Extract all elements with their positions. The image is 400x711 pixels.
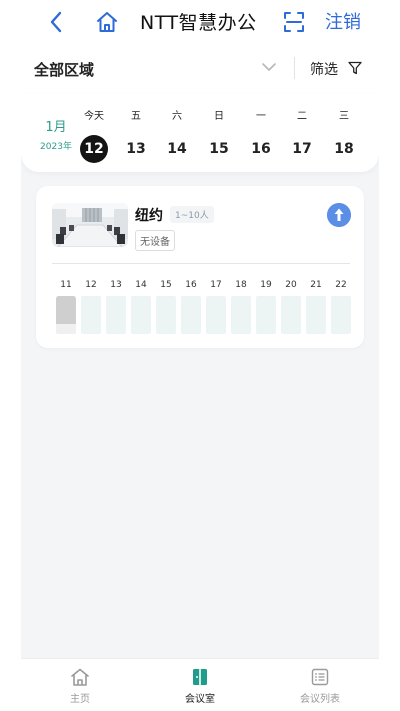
hour-label: 14 bbox=[135, 280, 147, 290]
hour-label: 21 bbox=[310, 280, 322, 290]
day-item[interactable]: 一 16 bbox=[241, 107, 281, 163]
chevron-down-icon[interactable] bbox=[261, 61, 277, 73]
date-strip: 1月 2023年 今天 12 五 13 六 14 日 15 一 16 二 17 … bbox=[21, 94, 379, 172]
hour-label: 13 bbox=[110, 280, 122, 290]
hour-slot[interactable]: 22 bbox=[331, 280, 351, 334]
weekday-label: 今天 bbox=[84, 111, 104, 122]
slot-bar bbox=[256, 296, 276, 334]
bottom-nav: 主页 会议室 会议列表 bbox=[21, 658, 379, 711]
device-tag: 无设备 bbox=[135, 230, 175, 251]
year-label: 2023年 bbox=[40, 142, 72, 152]
date-number: 17 bbox=[292, 141, 312, 157]
page-title: NTT智慧办公 bbox=[140, 12, 257, 34]
hour-label: 12 bbox=[85, 280, 97, 290]
slot-bar bbox=[156, 296, 176, 334]
slot-bar bbox=[181, 296, 201, 334]
hour-slot[interactable]: 12 bbox=[81, 280, 101, 334]
slot-bar bbox=[206, 296, 226, 334]
weekday-label: 一 bbox=[256, 111, 266, 122]
room-card[interactable]: 纽约 1~10人 无设备 11 12 13 14 15 16 17 18 19 … bbox=[36, 186, 364, 348]
date-number: 13 bbox=[126, 141, 146, 157]
hour-slot[interactable]: 16 bbox=[181, 280, 201, 334]
tab-home[interactable]: 主页 bbox=[40, 659, 120, 711]
tab-label: 会议列表 bbox=[300, 694, 340, 705]
hour-timeline: 11 12 13 14 15 16 17 18 19 20 21 22 bbox=[53, 280, 353, 334]
day-item[interactable]: 日 15 bbox=[199, 107, 239, 163]
hour-label: 22 bbox=[335, 280, 347, 290]
home-icon[interactable] bbox=[95, 9, 119, 35]
divider bbox=[52, 263, 350, 264]
back-arrow-icon[interactable] bbox=[45, 9, 69, 35]
home-icon bbox=[71, 668, 89, 686]
capacity-badge: 1~10人 bbox=[170, 206, 214, 223]
day-item[interactable]: 三 18 bbox=[324, 107, 364, 163]
room-name: 纽约 bbox=[135, 208, 163, 224]
hour-label: 18 bbox=[235, 280, 247, 290]
date-number: 16 bbox=[251, 141, 271, 157]
month-label: 1月 bbox=[45, 120, 67, 135]
hour-label: 11 bbox=[60, 280, 72, 290]
tab-meeting-room[interactable]: 会议室 bbox=[160, 659, 240, 711]
area-selector[interactable]: 全部区域 bbox=[34, 59, 94, 80]
slot-bar bbox=[306, 296, 326, 334]
hour-slot[interactable]: 17 bbox=[206, 280, 226, 334]
hour-label: 19 bbox=[260, 280, 272, 290]
hour-label: 17 bbox=[210, 280, 222, 290]
list-icon bbox=[311, 668, 329, 686]
hour-slot[interactable]: 20 bbox=[281, 280, 301, 334]
tab-label: 会议室 bbox=[185, 694, 215, 705]
slot-bar bbox=[331, 296, 351, 334]
hour-slot[interactable]: 14 bbox=[131, 280, 151, 334]
arrow-up-icon[interactable] bbox=[327, 203, 351, 227]
hour-slot[interactable]: 15 bbox=[156, 280, 176, 334]
tab-label: 主页 bbox=[70, 694, 90, 705]
date-number: 15 bbox=[209, 141, 229, 157]
scan-icon[interactable] bbox=[282, 10, 306, 34]
divider bbox=[294, 57, 295, 79]
filter-bar: 全部区域 筛选 bbox=[21, 44, 379, 94]
tab-meeting-list[interactable]: 会议列表 bbox=[280, 659, 360, 711]
slot-bar bbox=[231, 296, 251, 334]
day-item[interactable]: 二 17 bbox=[282, 107, 322, 163]
date-number: 12 bbox=[80, 135, 108, 163]
day-today[interactable]: 今天 12 bbox=[74, 107, 114, 163]
day-item[interactable]: 五 13 bbox=[116, 107, 156, 163]
weekday-label: 五 bbox=[131, 111, 141, 122]
hour-slot[interactable]: 21 bbox=[306, 280, 326, 334]
weekday-label: 六 bbox=[172, 111, 182, 122]
hour-slot[interactable]: 19 bbox=[256, 280, 276, 334]
date-number: 18 bbox=[334, 141, 354, 157]
slot-bar bbox=[106, 296, 126, 334]
logout-button[interactable]: 注销 bbox=[325, 8, 361, 34]
weekday-label: 日 bbox=[214, 111, 224, 122]
weekday-label: 二 bbox=[297, 111, 307, 122]
slot-booked-bar bbox=[56, 296, 76, 324]
room-photo[interactable] bbox=[52, 203, 128, 247]
slot-bar bbox=[281, 296, 301, 334]
hour-label: 15 bbox=[160, 280, 172, 290]
door-icon bbox=[193, 669, 207, 685]
hour-slot[interactable]: 13 bbox=[106, 280, 126, 334]
weekday-label: 三 bbox=[339, 111, 349, 122]
date-number: 14 bbox=[167, 141, 187, 157]
top-bar: NTT智慧办公 注销 bbox=[21, 0, 379, 44]
hour-slot[interactable]: 11 bbox=[56, 280, 76, 334]
app-frame: NTT智慧办公 注销 全部区域 筛选 1月 2023年 今天 12 五 13 六 bbox=[21, 0, 379, 711]
hour-label: 16 bbox=[185, 280, 197, 290]
slot-bar bbox=[131, 296, 151, 334]
hour-label: 20 bbox=[285, 280, 297, 290]
slot-bar bbox=[81, 296, 101, 334]
hour-slot[interactable]: 18 bbox=[231, 280, 251, 334]
funnel-icon[interactable] bbox=[348, 61, 362, 75]
filter-button[interactable]: 筛选 bbox=[310, 59, 338, 79]
day-item[interactable]: 六 14 bbox=[157, 107, 197, 163]
